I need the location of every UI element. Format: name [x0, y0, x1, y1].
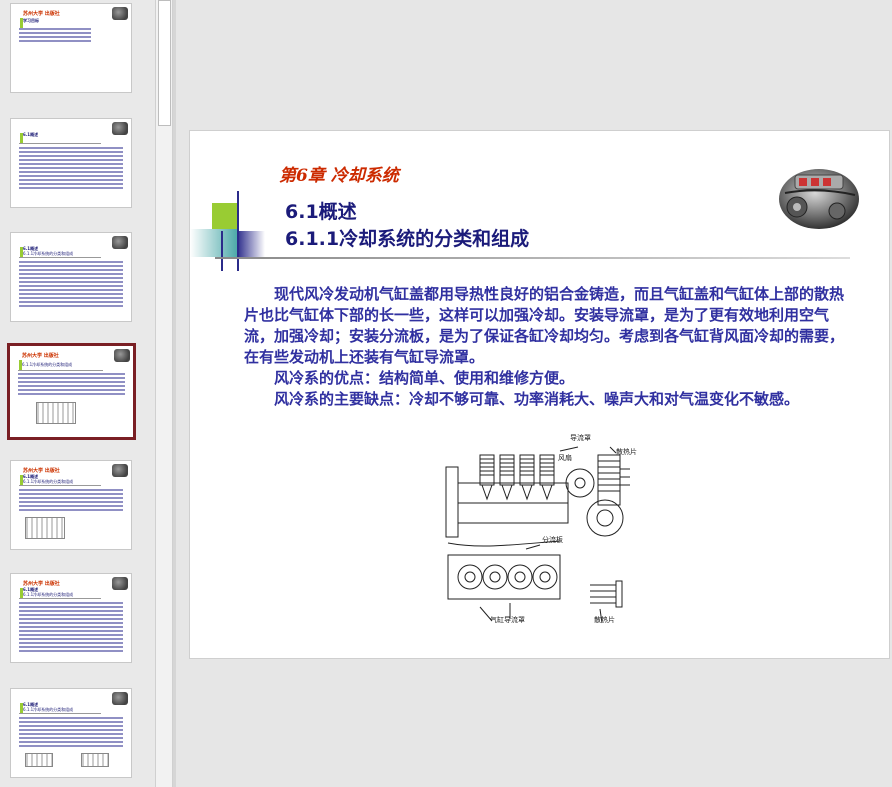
deco-teal-block — [190, 229, 238, 257]
deco-underline — [215, 257, 850, 259]
label-fins-top: 散热片 — [616, 448, 637, 456]
slide-thumbnail-1[interactable]: 苏州大学 出版社 学习目标 — [10, 3, 132, 93]
section-title: 6.1概述 — [285, 201, 357, 223]
engine-icon — [112, 7, 128, 20]
thumb-rule — [19, 598, 101, 599]
thumb-text-lines — [19, 261, 123, 309]
deco-navy-block — [237, 231, 265, 259]
label-deflector: 导流罩 — [570, 434, 591, 442]
engine-icon — [112, 236, 128, 249]
paragraph-2: 风冷系的优点：结构简单、使用和维修方便。 — [274, 369, 575, 387]
thumb-title: 学习目标 — [23, 18, 39, 23]
thumb-text-lines — [18, 373, 125, 397]
thumb-logo: 苏州大学 出版社 — [23, 468, 60, 474]
thumb-figure — [81, 753, 109, 767]
thumb-title: 6.1概述 — [23, 132, 39, 137]
thumb-logo: 苏州大学 出版社 — [22, 353, 59, 359]
thumb-rule — [19, 485, 101, 486]
thumb-text-lines — [19, 147, 123, 191]
deco-vline-2 — [221, 231, 223, 271]
engine-icon — [112, 122, 128, 135]
slide-thumbnail-6[interactable]: 苏州大学 出版社 6.1概述 6.1.1冷却系统的分类和组成 — [10, 573, 132, 663]
body-text: 现代风冷发动机气缸盖都用导热性良好的铝合金铸造，而且气缸盖和气缸体上部的散热片也… — [244, 284, 844, 410]
thumb-logo: 苏州大学 出版社 — [23, 581, 60, 587]
engine-photo — [779, 169, 859, 229]
slide-thumbnail-5[interactable]: 苏州大学 出版社 6.1概述 6.1.1冷却系统的分类和组成 — [10, 460, 132, 550]
thumb-rule — [18, 370, 103, 371]
thumb-rule — [19, 143, 101, 144]
slide-thumbnail-7[interactable]: 6.1概述 6.1.1冷却系统的分类和组成 — [10, 688, 132, 778]
engine-icon — [112, 464, 128, 477]
paragraph-1: 现代风冷发动机气缸盖都用导热性良好的铝合金铸造，而且气缸盖和气缸体上部的散热片也… — [244, 285, 845, 366]
engine-icon — [112, 692, 128, 705]
thumb-text-lines — [19, 602, 123, 654]
thumb-figure — [25, 753, 53, 767]
label-cylinder-deflector: 气缸导流罩 — [490, 616, 525, 624]
chapter-title: 第6章 冷却系统 — [279, 166, 399, 186]
thumb-text-lines — [19, 717, 123, 749]
thumb-text-lines — [19, 28, 91, 44]
diagram-drawing — [445, 446, 630, 624]
paragraph-3: 风冷系的主要缺点：冷却不够可靠、功率消耗大、噪声大和对气温变化不敏感。 — [274, 390, 800, 408]
slide-thumbnail-2[interactable]: 6.1概述 — [10, 118, 132, 208]
thumbnail-scrollbar-thumb[interactable] — [158, 0, 171, 126]
slide-thumbnail-4-selected[interactable]: 苏州大学 出版社 6.1.1冷却系统的分类和组成 — [7, 343, 136, 440]
deco-vline-1 — [237, 191, 239, 271]
label-fins-bottom: 散热片 — [594, 616, 615, 624]
label-fan: 风扇 — [558, 454, 572, 462]
thumb-logo: 苏州大学 出版社 — [23, 11, 60, 17]
subsection-title: 6.1.1冷却系统的分类和组成 — [285, 228, 530, 250]
thumb-text-lines — [19, 489, 123, 513]
thumbnail-scrollbar[interactable] — [155, 0, 173, 787]
thumb-rule — [19, 257, 101, 258]
thumb-subtitle: 6.1.1冷却系统的分类和组成 — [22, 362, 73, 367]
thumb-rule — [19, 713, 101, 714]
air-cooling-diagram: 导流罩 风扇 散热片 分流板 气缸导流罩 散热片 — [440, 433, 640, 633]
thumb-figure — [25, 517, 65, 539]
slide-thumbnail-3[interactable]: 6.1概述 6.1.1冷却系统的分类和组成 — [10, 232, 132, 322]
engine-icon — [114, 349, 130, 362]
engine-icon — [112, 577, 128, 590]
label-splitter: 分流板 — [542, 536, 563, 544]
slide-canvas[interactable]: 第6章 冷却系统 6.1概述 6.1.1冷却系统的分类和组成 现代风冷发动机气缸… — [189, 130, 890, 659]
pane-splitter[interactable] — [173, 0, 176, 787]
thumb-accent-bar — [20, 18, 23, 28]
powerpoint-window: 苏州大学 出版社 学习目标 6.1概述 6.1概述 6.1.1冷却系统的分类和组… — [0, 0, 892, 787]
thumb-figure — [36, 402, 76, 424]
slide-thumbnail-pane[interactable]: 苏州大学 出版社 学习目标 6.1概述 6.1概述 6.1.1冷却系统的分类和组… — [0, 0, 155, 787]
